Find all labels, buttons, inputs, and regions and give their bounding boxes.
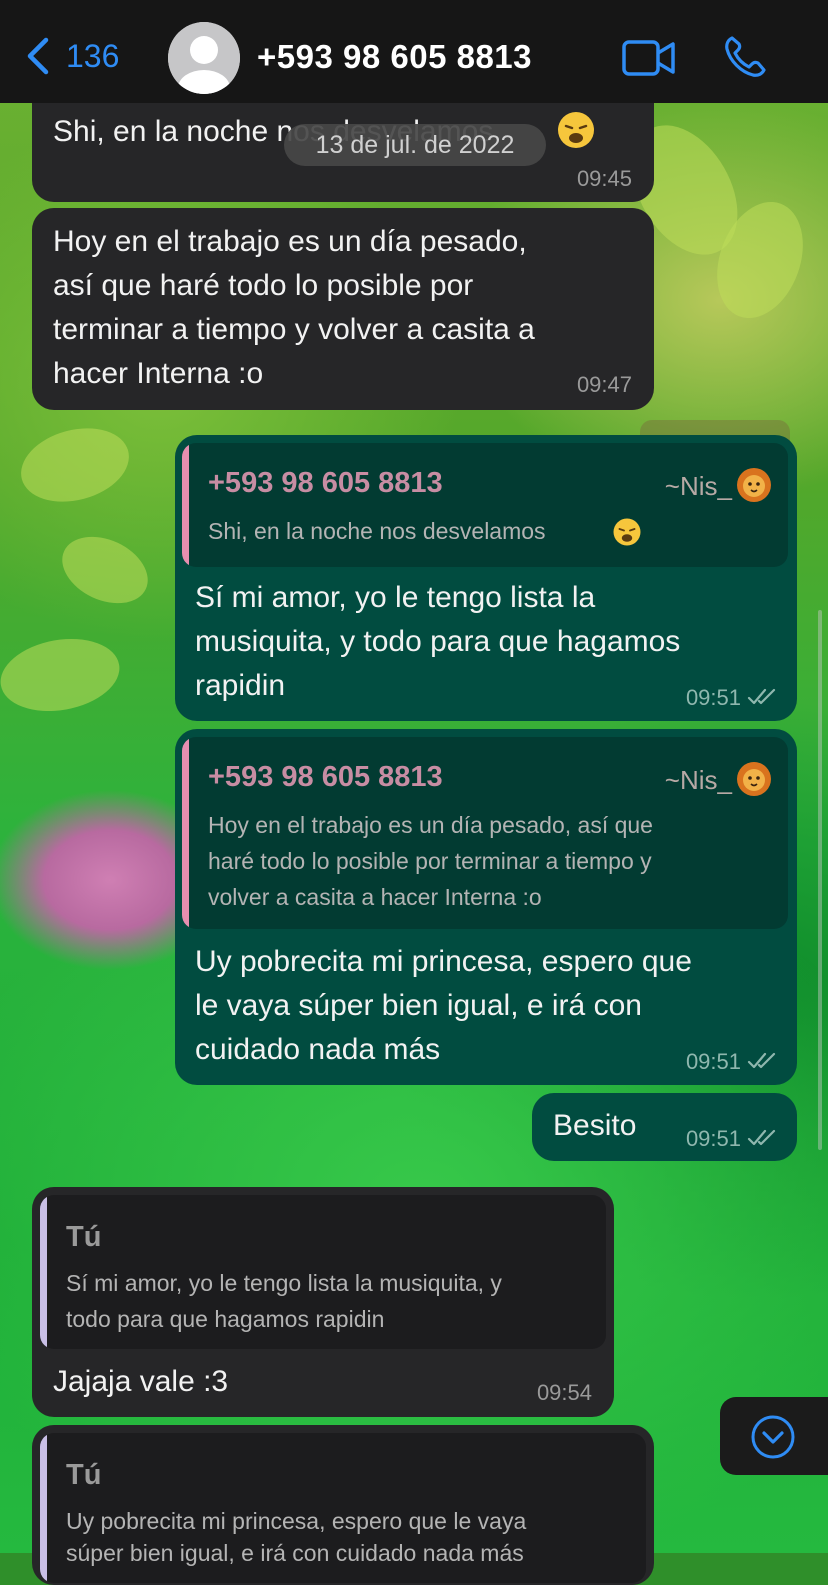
message-line: terminar a tiempo y volver a casita a	[53, 313, 535, 346]
quote-alias: ~Nis_	[664, 765, 732, 795]
message-bubble-incoming[interactable]: Tú Sí mi amor, yo le tengo lista la musi…	[32, 1187, 614, 1417]
message-time: 09:51	[685, 1049, 741, 1074]
quoted-message[interactable]: +593 98 605 8813 ~Nis_ Shi, en la noche …	[182, 443, 788, 567]
quote-text: súper bien igual, e irá con cuidado nada…	[66, 1540, 524, 1566]
video-camera-icon[interactable]	[622, 38, 676, 78]
quote-text: haré todo lo posible por terminar a tiem…	[208, 848, 652, 874]
lion-face-icon	[737, 468, 771, 502]
message-bubble-incoming[interactable]: Hoy en el trabajo es un día pesado, así …	[32, 208, 654, 410]
contact-name[interactable]: +593 98 605 8813	[257, 38, 532, 76]
chat-header: 136 +593 98 605 8813	[0, 0, 828, 103]
message-bubble-outgoing[interactable]: +593 98 605 8813 ~Nis_ Shi, en la noche …	[175, 435, 797, 721]
message-line: cuidado nada más	[195, 1033, 441, 1066]
quote-author: +593 98 605 8813	[208, 761, 443, 793]
quote-text: todo para que hagamos rapidin	[66, 1306, 385, 1332]
message-time: 09:45	[576, 166, 632, 191]
quote-text: Shi, en la noche nos desvelamos	[208, 518, 546, 544]
double-check-icon	[747, 688, 776, 705]
scrollbar[interactable]	[818, 610, 822, 1150]
quoted-message[interactable]: +593 98 605 8813 ~Nis_ Hoy en el trabajo…	[182, 737, 788, 929]
message-line: Uy pobrecita mi princesa, espero que	[195, 945, 692, 978]
message-line: rapidin	[195, 669, 286, 702]
message-line: musiquita, y todo para que hagamos	[195, 625, 681, 658]
quote-text: volver a casita a hacer Interna :o	[208, 884, 542, 910]
message-time: 09:54	[536, 1380, 592, 1405]
chevron-down-circle-icon	[751, 1415, 795, 1459]
quote-text: Sí mi amor, yo le tengo lista la musiqui…	[66, 1270, 502, 1296]
lion-face-icon	[737, 762, 771, 796]
weary-face-icon	[613, 518, 641, 546]
date-separator: 13 de jul. de 2022	[284, 124, 546, 166]
quote-text: Uy pobrecita mi princesa, espero que le …	[66, 1508, 527, 1534]
message-bubble-outgoing[interactable]: +593 98 605 8813 ~Nis_ Hoy en el trabajo…	[175, 729, 797, 1085]
quoted-message[interactable]: Tú Uy pobrecita mi princesa, espero que …	[40, 1433, 646, 1583]
quoted-message[interactable]: Tú Sí mi amor, yo le tengo lista la musi…	[40, 1195, 606, 1349]
quote-accent-bar	[182, 737, 189, 929]
message-bubble-incoming[interactable]: Tú Uy pobrecita mi princesa, espero que …	[32, 1425, 654, 1585]
message-line: Sí mi amor, yo le tengo lista la	[195, 581, 596, 614]
double-check-icon	[747, 1129, 776, 1146]
default-avatar-icon	[168, 22, 240, 94]
message-text: Jajaja vale :3	[53, 1365, 229, 1398]
quote-text: Hoy en el trabajo es un día pesado, así …	[208, 812, 653, 838]
quote-accent-bar	[182, 443, 189, 567]
quote-author: +593 98 605 8813	[208, 467, 443, 499]
chevron-left-icon	[27, 37, 49, 75]
message-line: Hoy en el trabajo es un día pesado,	[53, 225, 527, 258]
avatar[interactable]	[168, 22, 240, 94]
quote-accent-bar	[40, 1195, 47, 1349]
unread-count: 136	[66, 37, 120, 74]
quote-author: Tú	[66, 1221, 102, 1253]
back-button[interactable]: 136	[24, 36, 119, 76]
scroll-to-bottom-button[interactable]	[720, 1397, 828, 1475]
message-time: 09:47	[576, 372, 632, 397]
message-time: 09:51	[685, 1126, 741, 1151]
quote-alias: ~Nis_	[664, 471, 732, 501]
phone-icon[interactable]	[722, 34, 768, 80]
message-line: le vaya súper bien igual, e irá con	[195, 989, 642, 1022]
message-bubble-outgoing[interactable]: Besito 09:51	[532, 1093, 797, 1161]
message-line: hacer Interna :o	[53, 357, 264, 390]
weary-face-icon	[558, 112, 594, 148]
quote-author: Tú	[66, 1459, 102, 1491]
message-text: Besito	[553, 1109, 637, 1142]
double-check-icon	[747, 1052, 776, 1069]
message-time: 09:51	[685, 685, 741, 710]
message-line: así que haré todo lo posible por	[53, 269, 474, 302]
quote-accent-bar	[40, 1433, 47, 1583]
